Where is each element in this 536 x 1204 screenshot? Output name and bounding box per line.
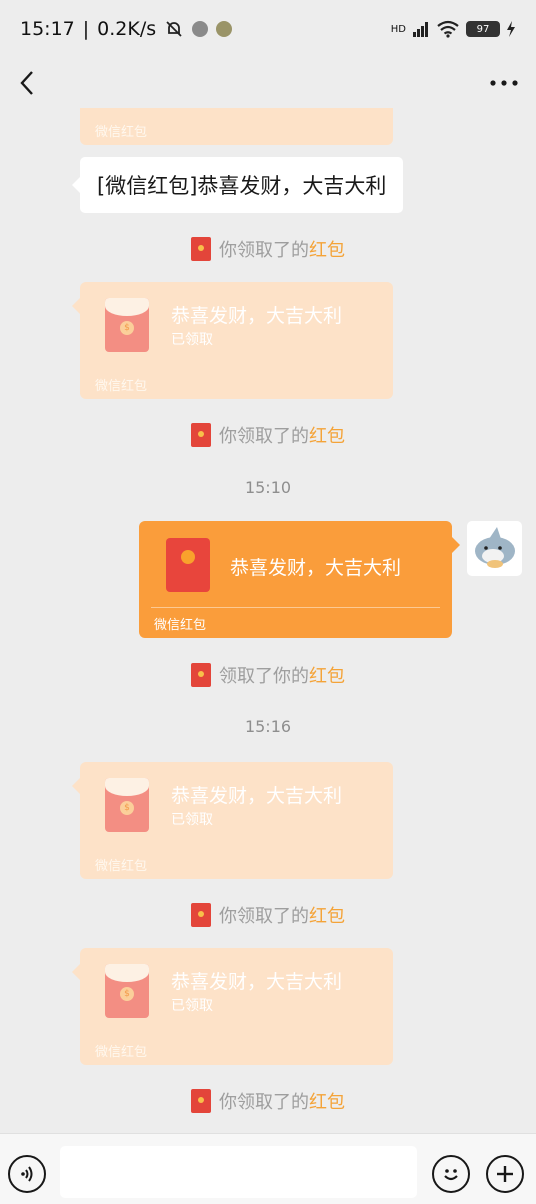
timestamp: 15:10 (244, 478, 292, 497)
red-packet-card[interactable]: $ 恭喜发财，大吉大利 已领取 微信红包 (72, 762, 393, 879)
red-packet-link[interactable]: 红包 (309, 1088, 345, 1114)
chat-header (0, 58, 536, 108)
red-packet-icon (191, 663, 211, 687)
text-message-bubble[interactable]: [微信红包]恭喜发财，大吉大利 (72, 157, 404, 213)
red-packet-card-sent[interactable]: 恭喜发财，大吉大利 微信红包 (139, 521, 460, 638)
red-packet-title: 恭喜发财，大吉大利 (171, 971, 343, 993)
red-packet-status: 已领取 (171, 812, 213, 828)
red-packet-status: 已领取 (171, 332, 213, 348)
red-packet-card[interactable]: $ 恭喜发财，大吉大利 已领取 微信红包 (72, 948, 393, 1065)
red-packet-envelope-icon: $ (105, 964, 149, 1018)
wifi-icon (437, 20, 459, 38)
status-time: 15:17 (20, 18, 75, 40)
red-packet-icon (191, 423, 211, 447)
notice-text: 你领取了的 (219, 1092, 309, 1113)
mute-bell-icon (166, 21, 182, 37)
system-notice: 领取了你的 红包 (0, 662, 536, 688)
text-message-content: [微信红包]恭喜发财，大吉大利 (97, 174, 387, 198)
network-speed: 0.2K/s (97, 18, 157, 40)
more-dots-icon (490, 80, 518, 86)
red-packet-brand: 微信红包 (95, 1045, 148, 1060)
red-packet-icon (191, 903, 211, 927)
notice-text: 领取了你的 (219, 666, 309, 687)
red-packet-icon (191, 1089, 211, 1113)
system-notice: 你领取了的 红包 (0, 236, 536, 262)
red-packet-icon (191, 237, 211, 261)
red-packet-envelope-icon (166, 538, 210, 592)
battery-icon: 97 (466, 21, 500, 37)
chevron-left-icon (20, 71, 33, 95)
avatar[interactable] (467, 521, 522, 576)
more-button[interactable] (484, 63, 524, 103)
red-packet-brand: 微信红包 (154, 618, 207, 633)
notice-text: 你领取了的 (219, 426, 309, 447)
timestamp: 15:16 (244, 717, 292, 736)
battery-level: 97 (476, 23, 490, 35)
emoji-icon (444, 1169, 458, 1181)
chat-message-list[interactable]: 微信红包 [微信红包]恭喜发财，大吉大利 你领取了的 红包 $ 恭喜发财，大吉大利… (0, 108, 536, 1133)
red-packet-status: 已领取 (171, 998, 213, 1014)
input-bar (0, 1133, 536, 1204)
plus-button[interactable] (486, 1155, 524, 1193)
red-packet-title: 恭喜发财，大吉大利 (171, 785, 343, 807)
red-packet-brand: 微信红包 (95, 859, 148, 874)
notice-text: 你领取了的 (219, 240, 309, 261)
system-notice: 你领取了的 红包 (0, 422, 536, 448)
app-notification-icon (192, 21, 209, 37)
status-separator: | (82, 18, 90, 40)
signal-icon (413, 22, 428, 37)
red-packet-link[interactable]: 红包 (309, 662, 345, 688)
hd-label: HD (390, 23, 406, 35)
red-packet-brand: 微信红包 (95, 125, 148, 140)
red-packet-card[interactable]: $ 恭喜发财，大吉大利 已领取 微信红包 (72, 282, 393, 399)
red-packet-brand: 微信红包 (95, 379, 148, 394)
charging-icon (507, 21, 515, 37)
plus-icon (497, 1166, 513, 1182)
red-packet-title: 恭喜发财，大吉大利 (171, 305, 343, 327)
app-notification-icon (216, 21, 233, 37)
red-packet-link[interactable]: 红包 (309, 422, 345, 448)
voice-button[interactable] (8, 1155, 46, 1193)
red-packet-card[interactable]: 微信红包 (80, 108, 393, 145)
red-packet-link[interactable]: 红包 (309, 236, 345, 262)
system-notice: 你领取了的 红包 (0, 1088, 536, 1114)
red-packet-envelope-icon: $ (105, 298, 149, 352)
voice-icon (21, 1166, 33, 1182)
system-notice: 你领取了的 红包 (0, 902, 536, 928)
shark-avatar-icon (475, 527, 515, 568)
status-bar: 15:17 | 0.2K/s HD 97 (0, 0, 536, 58)
emoji-button[interactable] (432, 1155, 470, 1193)
red-packet-link[interactable]: 红包 (309, 902, 345, 928)
red-packet-title: 恭喜发财，大吉大利 (230, 557, 402, 579)
notice-text: 你领取了的 (219, 906, 309, 927)
message-input[interactable] (60, 1146, 417, 1198)
red-packet-envelope-icon: $ (105, 778, 149, 832)
back-button[interactable] (12, 63, 42, 103)
